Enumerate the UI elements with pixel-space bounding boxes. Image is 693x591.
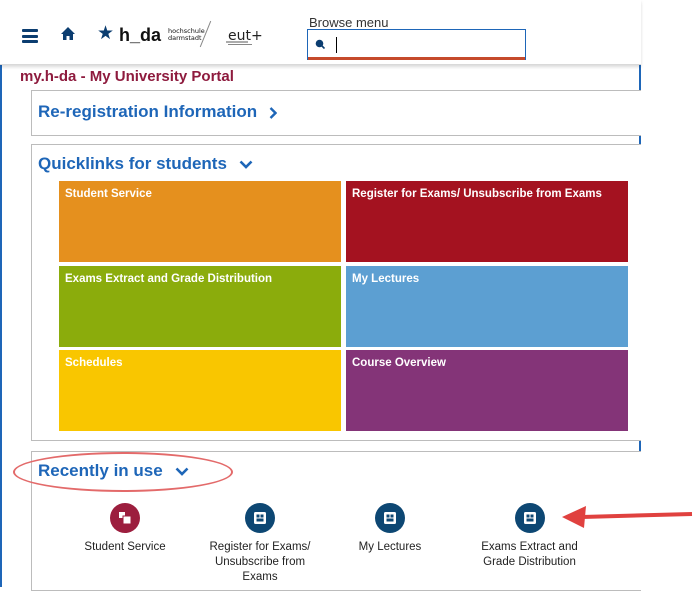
browse-menu-search[interactable] bbox=[307, 29, 526, 60]
text-caret bbox=[336, 37, 337, 53]
recent-item-label: Student Service bbox=[84, 541, 166, 553]
recent-item-my-lectures[interactable]: My Lectures bbox=[345, 503, 435, 555]
tile-student-service[interactable]: Student Service bbox=[59, 181, 341, 262]
hda-logo-subtitle: hochschule darmstadt bbox=[168, 28, 205, 42]
chevron-down-icon[interactable] bbox=[175, 467, 189, 476]
home-icon[interactable] bbox=[60, 26, 76, 42]
hda-logo[interactable]: h_da bbox=[119, 25, 161, 46]
browse-menu-label: Browse menu bbox=[309, 15, 389, 30]
tile-label: Exams Extract and Grade Distribution bbox=[65, 273, 273, 285]
quicklinks-title: Quicklinks for students bbox=[38, 154, 227, 173]
tile-label: Schedules bbox=[65, 357, 123, 369]
tile-my-lectures[interactable]: My Lectures bbox=[346, 266, 628, 347]
tile-label: Register for Exams/ Unsubscribe from Exa… bbox=[352, 188, 602, 200]
reregistration-title: Re-registration Information bbox=[38, 102, 258, 121]
tile-label: My Lectures bbox=[352, 273, 420, 285]
hamburger-menu-icon[interactable] bbox=[22, 29, 38, 43]
star-icon[interactable]: ★ bbox=[97, 22, 114, 44]
tile-label: Student Service bbox=[65, 188, 152, 200]
chevron-right-icon[interactable] bbox=[269, 106, 278, 119]
tile-schedules[interactable]: Schedules bbox=[59, 350, 341, 431]
search-underline bbox=[308, 57, 525, 60]
top-header: ★ h_da hochschule darmstadt eut+ Browse … bbox=[0, 0, 641, 65]
recent-item-label: Register for Exams/ Unsubscribe from Exa… bbox=[209, 541, 311, 583]
tile-course-overview[interactable]: Course Overview bbox=[346, 350, 628, 431]
portal-title: my.h-da - My University Portal bbox=[20, 68, 234, 85]
exams-extract-icon bbox=[514, 503, 545, 533]
search-input[interactable] bbox=[332, 33, 517, 55]
quicklinks-header[interactable]: Quicklinks for students bbox=[38, 154, 253, 174]
reregistration-panel: Re-registration Information bbox=[31, 90, 641, 136]
logo-sub-line2: darmstadt bbox=[168, 34, 202, 42]
chevron-down-icon[interactable] bbox=[239, 160, 253, 169]
recently-header[interactable]: Recently in use bbox=[38, 461, 189, 481]
student-service-icon bbox=[110, 503, 140, 533]
tile-register-exams[interactable]: Register for Exams/ Unsubscribe from Exa… bbox=[346, 181, 628, 262]
reregistration-header[interactable]: Re-registration Information bbox=[38, 102, 278, 122]
my-lectures-icon bbox=[375, 503, 405, 533]
recent-item-label: Exams Extract and Grade Distribution bbox=[481, 541, 578, 568]
annotation-arrow-icon bbox=[562, 506, 693, 528]
recent-item-label: My Lectures bbox=[358, 541, 422, 553]
eut-logo-text: eut+ bbox=[228, 28, 263, 44]
recent-item-student-service[interactable]: Student Service bbox=[75, 503, 175, 555]
eut-logo: eut+ bbox=[226, 28, 263, 45]
recently-title: Recently in use bbox=[38, 461, 163, 480]
recent-item-register-exams[interactable]: Register for Exams/ Unsubscribe from Exa… bbox=[205, 503, 315, 585]
tile-exams-extract[interactable]: Exams Extract and Grade Distribution bbox=[59, 266, 341, 347]
search-icon bbox=[315, 39, 325, 49]
register-exams-icon bbox=[245, 503, 275, 533]
tile-label: Course Overview bbox=[352, 357, 446, 369]
